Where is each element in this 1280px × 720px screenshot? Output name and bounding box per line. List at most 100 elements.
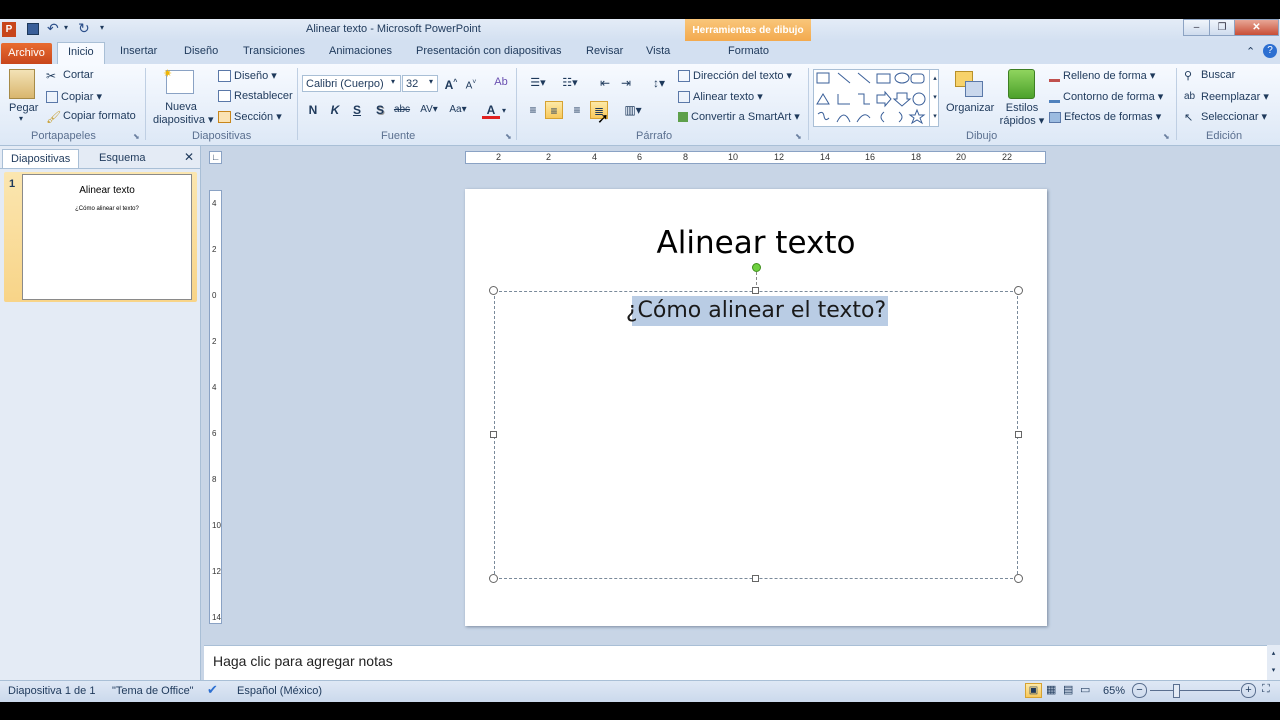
save-icon[interactable]: [27, 23, 39, 35]
subtitle-text[interactable]: ¿Cómo alinear el texto?: [495, 298, 1017, 323]
new-slide-button[interactable]: Nueva diapositiva ▾: [153, 101, 214, 126]
underline-icon[interactable]: S: [348, 101, 366, 119]
customize-toolbar-icon[interactable]: ▾: [100, 23, 104, 32]
new-slide-icon[interactable]: ✷: [163, 68, 194, 94]
font-color-icon[interactable]: A: [482, 101, 500, 119]
zoom-level[interactable]: 65%: [1103, 685, 1125, 697]
paragraph-launcher-icon[interactable]: ⬊: [795, 132, 802, 141]
layout-button[interactable]: Diseño ▾: [218, 69, 277, 83]
grow-font-icon[interactable]: A^: [442, 74, 460, 92]
fit-slide-icon[interactable]: ⛶: [1262, 683, 1270, 696]
vertical-ruler[interactable]: 4 2 0 2 4 6 8 10 12 14: [209, 190, 222, 624]
select-button[interactable]: ↖ Seleccionar ▾: [1184, 110, 1267, 124]
shapes-gallery-scroll[interactable]: ▴ ▾ ▾: [929, 69, 940, 127]
reset-button[interactable]: Restablecer: [218, 90, 293, 103]
char-spacing-icon[interactable]: AV▾: [418, 101, 440, 119]
increase-indent-icon[interactable]: ⇥: [617, 74, 635, 92]
format-painter-button[interactable]: 🖌 Copiar formato: [46, 110, 136, 124]
shadow-icon[interactable]: S: [371, 101, 389, 119]
replace-button[interactable]: ab Reemplazar ▾: [1184, 90, 1269, 103]
language[interactable]: Español (México): [237, 685, 322, 697]
resize-handle-tl[interactable]: [489, 286, 498, 295]
spellcheck-icon[interactable]: ✔: [207, 682, 218, 698]
resize-handle-top[interactable]: [752, 287, 759, 294]
ruler-corner[interactable]: ∟: [209, 151, 222, 164]
tab-transiciones[interactable]: Transiciones: [243, 45, 305, 57]
tab-diseno[interactable]: Diseño: [184, 45, 218, 57]
close-button[interactable]: ✕: [1234, 19, 1279, 36]
zoom-slider[interactable]: [1150, 690, 1240, 691]
find-button[interactable]: ⚲ Buscar: [1184, 69, 1235, 82]
undo-dropdown-icon[interactable]: ▾: [64, 23, 68, 32]
resize-handle-bottom[interactable]: [752, 575, 759, 582]
shape-outline-button[interactable]: Contorno de forma ▾: [1049, 90, 1163, 103]
clipboard-launcher-icon[interactable]: ⬊: [133, 132, 140, 141]
align-right-icon[interactable]: ≡: [568, 101, 586, 119]
shrink-font-icon[interactable]: A˅: [462, 74, 480, 92]
quick-styles-button[interactable]: Estilos rápidos ▾: [998, 102, 1046, 127]
help-icon[interactable]: ?: [1263, 44, 1277, 58]
section-button[interactable]: Sección ▾: [218, 110, 282, 124]
subtitle-placeholder[interactable]: ¿Cómo alinear el texto?: [494, 291, 1018, 579]
slide-title[interactable]: Alinear texto: [465, 225, 1047, 261]
resize-handle-right[interactable]: [1015, 431, 1022, 438]
paste-dropdown-icon[interactable]: ▾: [19, 114, 23, 123]
notes-scrollbar[interactable]: ▴ ▾: [1267, 645, 1280, 680]
horizontal-ruler[interactable]: 2 2 4 6 8 10 12 14 16 18 20 22: [465, 151, 1046, 164]
line-spacing-icon[interactable]: ↕▾: [647, 74, 671, 92]
slideshow-icon[interactable]: ▭: [1080, 683, 1090, 696]
tab-formato[interactable]: Formato: [728, 45, 769, 57]
powerpoint-app-icon[interactable]: P: [2, 22, 16, 37]
undo-icon[interactable]: ↶: [47, 20, 59, 37]
shape-fill-button[interactable]: Relleno de forma ▾: [1049, 69, 1155, 82]
shape-effects-button[interactable]: Efectos de formas ▾: [1049, 110, 1161, 123]
notes-pane[interactable]: Haga clic para agregar notas: [204, 645, 1267, 681]
columns-icon[interactable]: ▥▾: [620, 101, 646, 119]
font-name-dropdown-icon[interactable]: ▾: [391, 77, 395, 86]
tab-inicio[interactable]: Inicio: [57, 42, 105, 64]
strikethrough-icon[interactable]: abc: [393, 101, 411, 119]
decrease-indent-icon[interactable]: ⇤: [596, 74, 614, 92]
resize-handle-left[interactable]: [490, 431, 497, 438]
slide-sorter-icon[interactable]: ▦: [1046, 683, 1056, 696]
tab-insertar[interactable]: Insertar: [120, 45, 157, 57]
normal-view-icon[interactable]: ▣: [1025, 683, 1042, 698]
rotation-handle[interactable]: [752, 263, 761, 272]
paste-icon[interactable]: [9, 69, 35, 99]
tab-presentacion[interactable]: Presentación con diapositivas: [416, 45, 562, 57]
zoom-out-icon[interactable]: −: [1132, 683, 1147, 698]
tab-vista[interactable]: Vista: [646, 45, 670, 57]
quick-styles-icon[interactable]: [1008, 69, 1035, 99]
restore-button[interactable]: ❐: [1209, 19, 1235, 36]
change-case-icon[interactable]: Aa▾: [446, 101, 470, 119]
slide-canvas[interactable]: Alinear texto ¿Cómo alinear el texto?: [465, 189, 1047, 626]
arrange-icon[interactable]: [953, 69, 985, 99]
font-launcher-icon[interactable]: ⬊: [505, 132, 512, 141]
notes-placeholder[interactable]: Haga clic para agregar notas: [213, 653, 393, 669]
numbering-icon[interactable]: ☷▾: [556, 74, 584, 92]
smartart-button[interactable]: Convertir a SmartArt ▾: [678, 110, 800, 123]
font-name-combo[interactable]: Calibri (Cuerpo): [302, 75, 401, 92]
bullets-icon[interactable]: ☰▾: [524, 74, 552, 92]
resize-handle-br[interactable]: [1014, 574, 1023, 583]
drawing-launcher-icon[interactable]: ⬊: [1163, 132, 1170, 141]
redo-icon[interactable]: ↻: [78, 20, 90, 37]
tab-archivo[interactable]: Archivo: [1, 43, 52, 64]
align-left-icon[interactable]: ≡: [524, 101, 542, 119]
shapes-gallery[interactable]: [813, 69, 939, 127]
slide-thumbnail[interactable]: Alinear texto ¿Cómo alinear el texto?: [22, 174, 192, 300]
bold-icon[interactable]: N: [304, 101, 322, 119]
tab-esquema[interactable]: Esquema: [91, 149, 153, 167]
reading-view-icon[interactable]: ▤: [1063, 683, 1073, 696]
text-direction-button[interactable]: Dirección del texto ▾: [678, 69, 792, 83]
resize-handle-tr[interactable]: [1014, 286, 1023, 295]
italic-icon[interactable]: K: [326, 101, 344, 119]
cut-button[interactable]: ✂ Cortar: [46, 69, 94, 83]
zoom-slider-thumb[interactable]: [1173, 684, 1180, 698]
minimize-button[interactable]: –: [1183, 19, 1210, 36]
tab-animaciones[interactable]: Animaciones: [329, 45, 392, 57]
paste-button[interactable]: Pegar: [9, 102, 38, 114]
align-text-button[interactable]: Alinear texto ▾: [678, 90, 763, 104]
font-size-dropdown-icon[interactable]: ▾: [429, 77, 433, 86]
tab-diapositivas[interactable]: Diapositivas: [2, 149, 80, 168]
